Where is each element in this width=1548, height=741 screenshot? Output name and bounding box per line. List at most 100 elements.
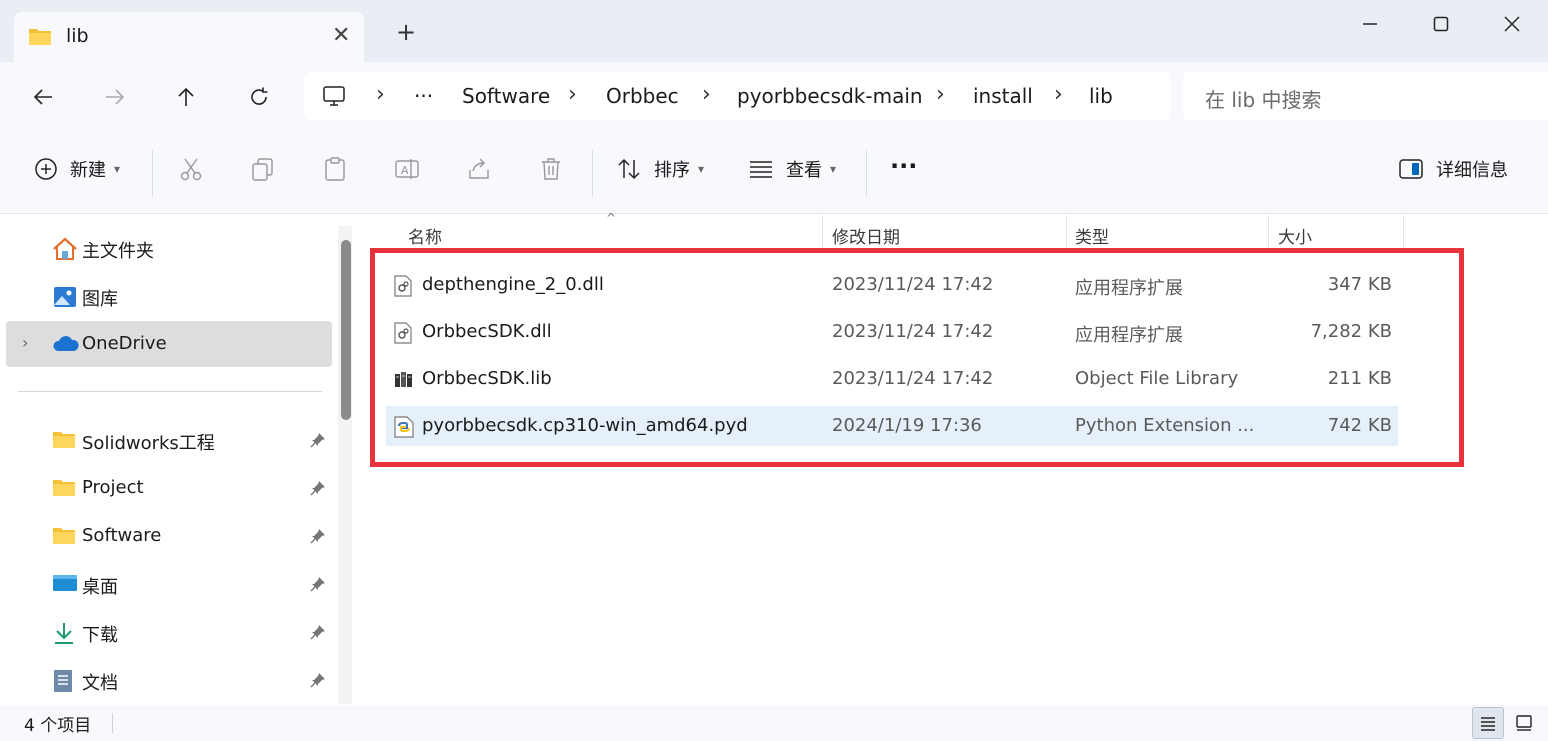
search-input[interactable]: 在 lib 中搜索	[1205, 84, 1322, 113]
sidebar-scrollbar-thumb[interactable]	[341, 240, 351, 420]
rename-button[interactable]: A	[394, 156, 420, 182]
sidebar-item-label: Project	[82, 477, 144, 498]
sidebar-item-downloads[interactable]: 下载	[6, 609, 332, 655]
breadcrumb-chevron-icon[interactable]: ›	[936, 82, 945, 107]
pin-icon[interactable]	[310, 576, 326, 597]
details-pane-icon	[1399, 159, 1423, 179]
folder-icon	[52, 525, 76, 550]
sidebar-item-label: OneDrive	[82, 333, 167, 354]
sidebar-item-label: 文档	[82, 673, 118, 694]
command-bar: 新建 ▾ A 排序 ▾ 查看 ▾ ··· 详细信息	[0, 132, 1548, 214]
sort-button-label: 排序	[654, 160, 690, 181]
arrow-up-icon	[178, 87, 194, 106]
breadcrumb-chevron-icon[interactable]: ›	[568, 82, 577, 107]
new-button-label: 新建	[70, 160, 106, 181]
tab-lib[interactable]: lib ✕	[14, 12, 364, 62]
forward-button[interactable]	[98, 80, 132, 114]
pin-icon[interactable]	[310, 624, 326, 645]
close-tab-icon[interactable]: ✕	[332, 23, 350, 48]
sidebar-item-label: 桌面	[82, 577, 118, 598]
status-bar: 4 个项目	[0, 705, 1548, 741]
breadcrumb-chevron-icon[interactable]: ›	[702, 82, 711, 107]
details-pane-label: 详细信息	[1436, 160, 1508, 181]
details-view-button[interactable]	[1472, 707, 1504, 739]
share-button[interactable]	[466, 156, 492, 182]
cut-button[interactable]	[178, 156, 204, 182]
toolbar-divider	[152, 150, 153, 196]
trash-icon	[542, 158, 560, 180]
paste-button[interactable]	[322, 156, 348, 182]
breadcrumb-software[interactable]: Software	[462, 84, 550, 108]
sidebar-item-onedrive[interactable]: › OneDrive	[6, 321, 332, 367]
sidebar-item-solidworks[interactable]: Solidworks工程	[6, 417, 332, 463]
pin-icon[interactable]	[310, 528, 326, 549]
sidebar-item-label: 图库	[82, 289, 118, 310]
pin-icon[interactable]	[310, 432, 326, 453]
sidebar-item-project[interactable]: Project	[6, 465, 332, 511]
details-pane-button[interactable]: 详细信息	[1398, 156, 1508, 182]
sidebar-item-documents[interactable]: 文档	[6, 657, 332, 703]
close-window-button[interactable]	[1492, 8, 1532, 40]
breadcrumb-pyorbbecsdk-main[interactable]: pyorbbecsdk-main	[737, 84, 923, 108]
thumbnail-view-button[interactable]	[1508, 707, 1540, 739]
navigation-pane: 主文件夹 图库 › OneDrive Solidworks工程 Project …	[0, 215, 340, 705]
plus-circle-icon	[35, 158, 57, 180]
refresh-button[interactable]	[242, 80, 276, 114]
sidebar-item-label: Software	[82, 525, 162, 546]
sidebar-item-label: 主文件夹	[82, 241, 154, 262]
toolbar-divider	[866, 150, 867, 196]
highlight-box	[370, 248, 1464, 467]
sort-icon	[618, 158, 640, 180]
svg-text:A: A	[401, 164, 409, 177]
title-bar: lib ✕ +	[0, 0, 1548, 62]
folder-icon	[52, 477, 76, 502]
sidebar-item-desktop[interactable]: 桌面	[6, 561, 332, 607]
breadcrumb-chevron-icon[interactable]: ›	[1054, 82, 1063, 107]
address-bar[interactable]: › ··· Software › Orbbec › pyorbbecsdk-ma…	[304, 72, 1170, 120]
navigation-bar: › ··· Software › Orbbec › pyorbbecsdk-ma…	[0, 62, 1548, 132]
pin-icon[interactable]	[310, 480, 326, 501]
chevron-down-icon: ▾	[698, 162, 705, 176]
tiles-view-icon	[1516, 715, 1532, 731]
computer-icon[interactable]	[322, 84, 346, 113]
breadcrumb-orbbec[interactable]: Orbbec	[606, 84, 679, 108]
share-icon	[469, 158, 489, 179]
close-icon	[1504, 16, 1520, 32]
scissors-icon	[180, 158, 202, 181]
breadcrumb-install[interactable]: install	[973, 84, 1033, 108]
sort-ascending-icon: ^	[606, 211, 617, 225]
chevron-right-icon[interactable]: ›	[22, 333, 28, 352]
sidebar-item-label: Solidworks工程	[82, 433, 215, 454]
sidebar-item-gallery[interactable]: 图库	[6, 273, 332, 319]
view-button[interactable]: 查看 ▾	[748, 156, 836, 182]
chevron-down-icon: ▾	[830, 162, 837, 176]
folder-icon	[52, 429, 76, 454]
chevron-down-icon: ▾	[114, 162, 121, 176]
documents-icon	[52, 669, 74, 698]
new-tab-button[interactable]: +	[396, 20, 416, 44]
maximize-icon	[1433, 16, 1449, 32]
rename-icon: A	[395, 159, 419, 179]
sidebar-item-software[interactable]: Software	[6, 513, 332, 559]
maximize-button[interactable]	[1421, 8, 1461, 40]
status-divider	[112, 713, 113, 733]
minimize-button[interactable]	[1350, 8, 1390, 40]
onedrive-icon	[52, 333, 80, 360]
back-button[interactable]	[26, 80, 60, 114]
sort-button[interactable]: 排序 ▾	[616, 156, 704, 182]
download-icon	[52, 621, 76, 650]
search-box[interactable]: 在 lib 中搜索	[1183, 72, 1548, 120]
arrow-left-icon	[33, 89, 52, 105]
breadcrumb-overflow[interactable]: ···	[414, 84, 433, 108]
view-button-label: 查看	[786, 160, 822, 181]
delete-button[interactable]	[538, 156, 564, 182]
sidebar-item-home[interactable]: 主文件夹	[6, 225, 332, 271]
minimize-icon	[1363, 23, 1377, 25]
new-button[interactable]: 新建 ▾	[34, 156, 120, 182]
breadcrumb-lib[interactable]: lib	[1089, 84, 1113, 108]
breadcrumb-chevron-icon[interactable]: ›	[376, 82, 385, 107]
pin-icon[interactable]	[310, 672, 326, 693]
up-button[interactable]	[169, 80, 203, 114]
copy-button[interactable]	[250, 156, 276, 182]
more-options-button[interactable]: ···	[890, 152, 917, 180]
